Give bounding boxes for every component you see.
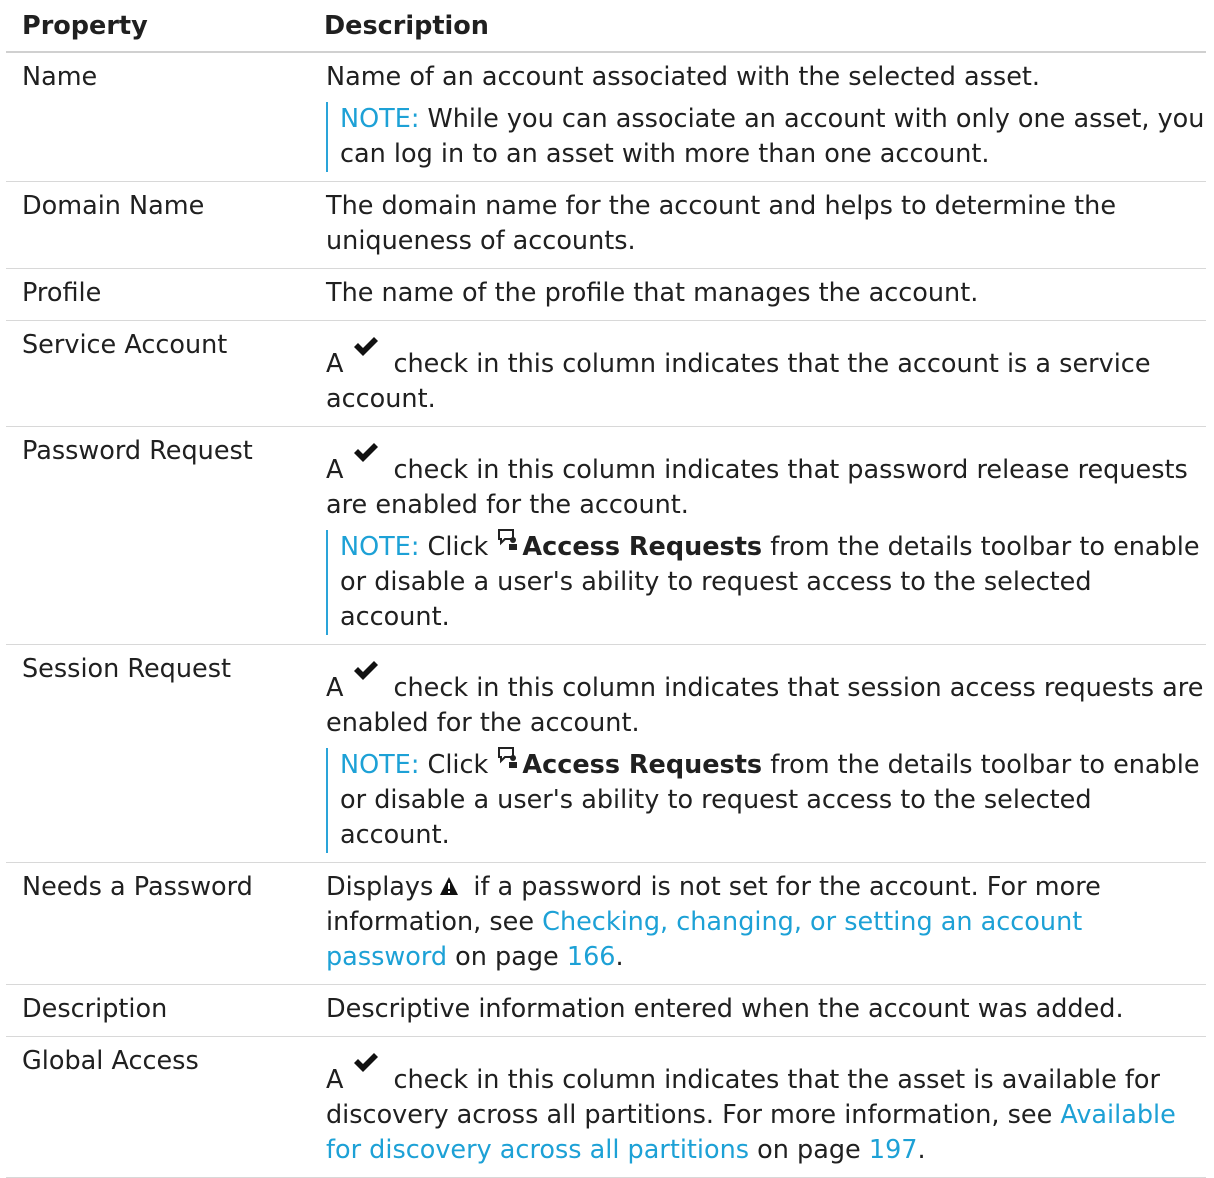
description-end: .	[917, 1135, 926, 1165]
page-link[interactable]: 197	[869, 1135, 918, 1165]
description-text: check in this column indicates that pass…	[326, 455, 1188, 520]
property-name: Service Account	[6, 320, 308, 427]
description-pre: A	[326, 1065, 344, 1095]
property-name: Name	[6, 52, 308, 182]
note-label: NOTE:	[340, 750, 420, 780]
header-description: Description	[308, 0, 1206, 53]
page-link[interactable]: 166	[567, 942, 616, 972]
description-mid: on page	[447, 942, 567, 972]
description-text: Descriptive information entered when the…	[326, 994, 1124, 1024]
description-text: The name of the profile that manages the…	[326, 278, 979, 308]
table-row: Profile The name of the profile that man…	[6, 268, 1206, 321]
description-paragraph: Displays if a password is not set for th…	[326, 870, 1206, 975]
description-text: check in this column indicates that sess…	[326, 673, 1204, 738]
description-text: check in this column indicates that the …	[326, 349, 1151, 414]
note-label: NOTE:	[340, 104, 420, 134]
table-row: Service Account Acheck in this column in…	[6, 320, 1206, 427]
table-row: Session Request Acheck in this column in…	[6, 644, 1206, 863]
description-paragraph: Acheck in this column indicates that ses…	[326, 661, 1206, 741]
header-property: Property	[6, 0, 308, 53]
description-paragraph: Acheck in this column indicates that the…	[326, 1053, 1206, 1168]
table-row: Password Request Acheck in this column i…	[6, 426, 1206, 645]
property-name: Description	[6, 984, 308, 1037]
description-cell: Descriptive information entered when the…	[308, 984, 1206, 1037]
table-row: Domain Name The domain name for the acco…	[6, 181, 1206, 269]
property-name: Session Request	[6, 644, 308, 863]
description-paragraph: Acheck in this column indicates that pas…	[326, 443, 1206, 523]
table-row: Description Descriptive information ente…	[6, 984, 1206, 1037]
property-name: Needs a Password	[6, 862, 308, 985]
description-pre: A	[326, 349, 344, 379]
description-end: .	[615, 942, 624, 972]
description-cell: Acheck in this column indicates that ses…	[308, 644, 1206, 863]
description-text: Name of an account associated with the s…	[326, 62, 1041, 92]
description-text: check in this column indicates that the …	[326, 1065, 1160, 1130]
note-text: While you can associate an account with …	[340, 104, 1205, 169]
description-paragraph: Acheck in this column indicates that the…	[326, 337, 1206, 417]
table-row: Global Access Acheck in this column indi…	[6, 1036, 1206, 1178]
checkmark-icon	[354, 661, 379, 680]
header-row: Property Description	[6, 0, 1206, 53]
checkmark-icon	[354, 1053, 379, 1072]
note: NOTE: Click Access Requests from the det…	[326, 529, 1206, 635]
access-requests-icon	[498, 529, 518, 550]
warning-triangle-icon	[440, 877, 459, 895]
description-cell: The domain name for the account and help…	[308, 181, 1206, 269]
description-cell: Displays if a password is not set for th…	[308, 862, 1206, 985]
description-text: The domain name for the account and help…	[326, 191, 1117, 256]
description-cell: The name of the profile that manages the…	[308, 268, 1206, 321]
property-name: Password Request	[6, 426, 308, 645]
table-row: Needs a Password Displays if a password …	[6, 862, 1206, 985]
description-pre: A	[326, 673, 344, 703]
description-mid: on page	[749, 1135, 869, 1165]
property-name: Global Access	[6, 1036, 308, 1178]
description-pre: A	[326, 455, 344, 485]
note-text-pre: Click	[419, 750, 497, 780]
note-label: NOTE:	[340, 532, 420, 562]
description-cell: Name of an account associated with the s…	[308, 52, 1206, 182]
property-name: Profile	[6, 268, 308, 321]
access-requests-label: Access Requests	[522, 750, 763, 780]
description-cell: Acheck in this column indicates that pas…	[308, 426, 1206, 645]
checkmark-icon	[354, 337, 379, 356]
access-requests-icon	[498, 747, 518, 768]
description-cell: Acheck in this column indicates that the…	[308, 320, 1206, 427]
note: NOTE: While you can associate an account…	[326, 102, 1206, 172]
checkmark-icon	[354, 443, 379, 462]
description-cell: Acheck in this column indicates that the…	[308, 1036, 1206, 1178]
note: NOTE: Click Access Requests from the det…	[326, 747, 1206, 853]
note-text-pre: Click	[419, 532, 497, 562]
access-requests-label: Access Requests	[522, 532, 763, 562]
properties-table: Property Description Name Name of an acc…	[6, 0, 1206, 1178]
table-row: Name Name of an account associated with …	[6, 52, 1206, 182]
property-name: Domain Name	[6, 181, 308, 269]
description-pre: Displays	[326, 872, 434, 902]
